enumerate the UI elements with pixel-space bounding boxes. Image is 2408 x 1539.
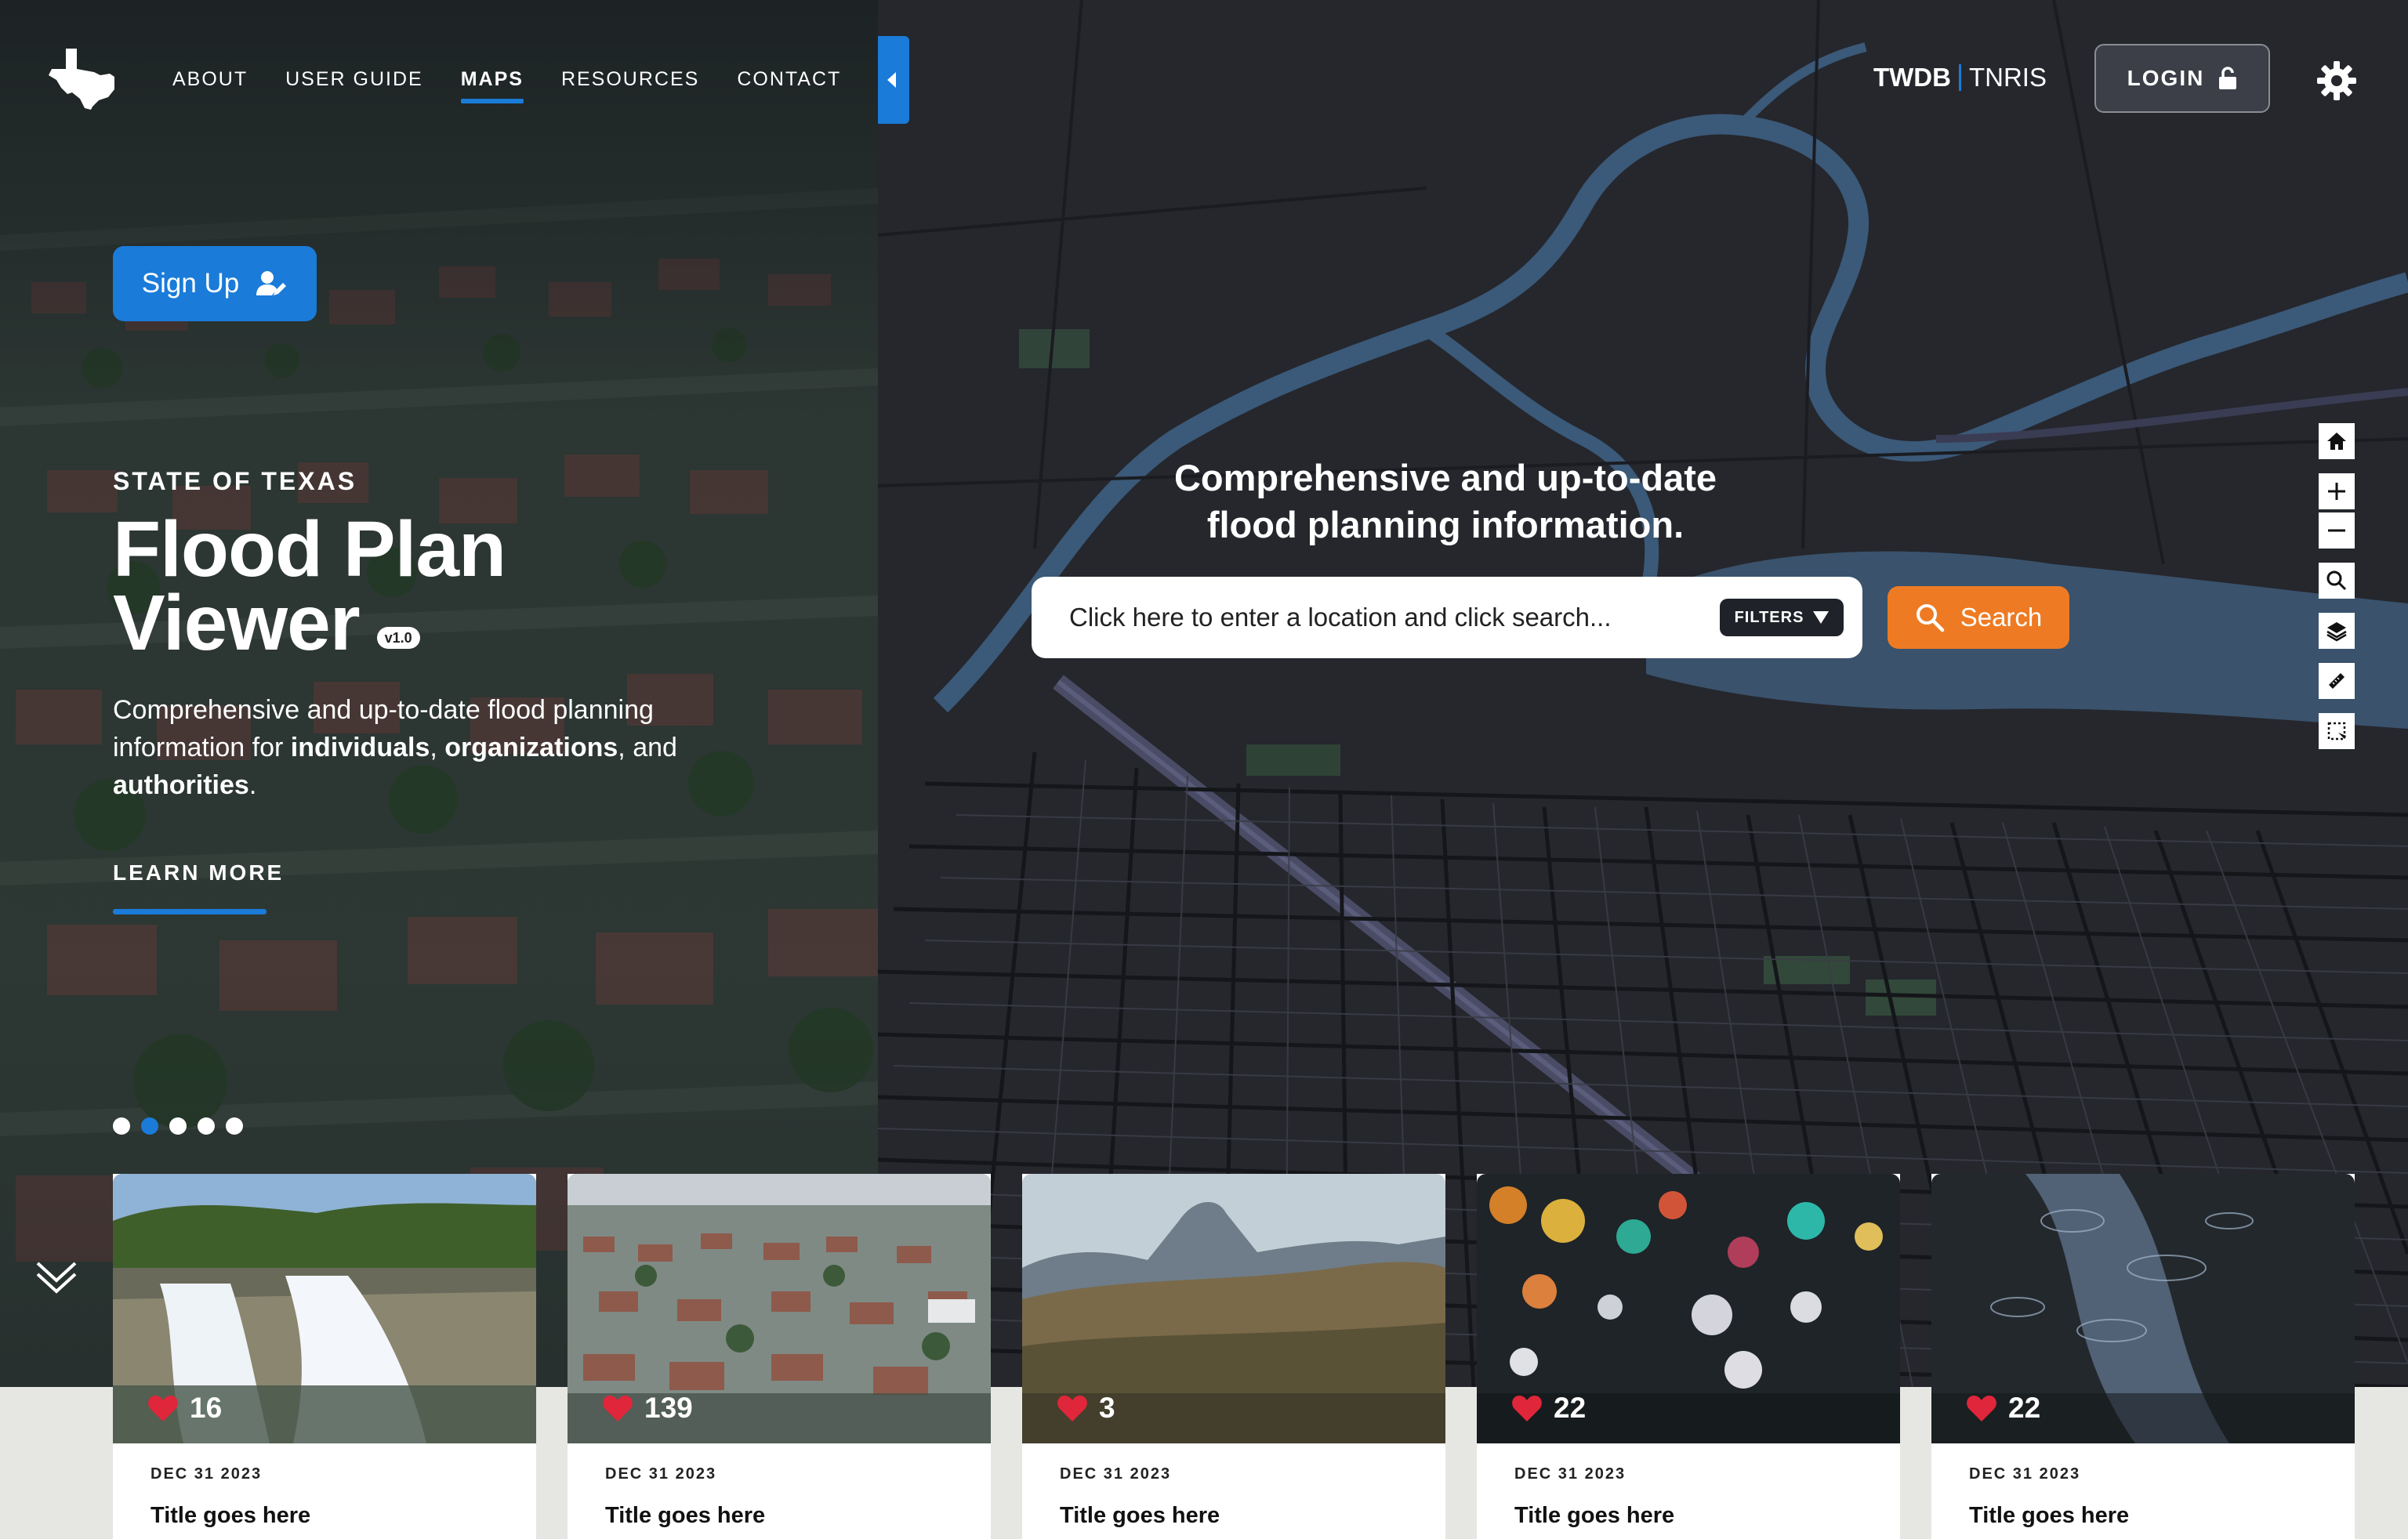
heart-icon [603, 1396, 633, 1421]
likes-count[interactable]: 139 [602, 1392, 693, 1425]
search-button-label: Search [1960, 603, 2043, 632]
desc-bold-individuals: individuals [290, 733, 430, 762]
likes-number: 3 [1099, 1392, 1115, 1424]
likes-count[interactable]: 3 [1057, 1392, 1115, 1425]
story-card[interactable]: 22 DEC 31 2023 Title goes here [1931, 1174, 2355, 1539]
card-title[interactable]: Title goes here [1969, 1503, 2129, 1529]
carousel-dot[interactable] [226, 1117, 243, 1135]
title-line-2: Viewer [113, 579, 361, 667]
card-date: DEC 31 2023 [150, 1465, 263, 1483]
select-area-icon [2327, 722, 2346, 741]
learn-more-underline [113, 909, 267, 914]
scroll-down-chevron-icon[interactable] [34, 1254, 78, 1298]
heart-icon [1967, 1396, 1996, 1421]
card-date: DEC 31 2023 [605, 1465, 717, 1483]
user-edit-icon [256, 271, 287, 295]
card-title[interactable]: Title goes here [605, 1503, 765, 1529]
page-title: Flood Plan Viewer v1.0 [113, 505, 506, 667]
brand-secondary: TNRIS [1968, 63, 2047, 92]
card-title[interactable]: Title goes here [1060, 1503, 1220, 1529]
heart-icon [1057, 1396, 1087, 1421]
brand-logo[interactable]: TWDB TNRIS [1873, 63, 2047, 92]
location-search-input[interactable]: Click here to enter a location and click… [1032, 577, 1862, 658]
brand-separator [1958, 64, 1961, 91]
story-card[interactable]: 16 DEC 31 2023 Title goes here [113, 1174, 536, 1539]
sign-up-label: Sign Up [141, 268, 240, 299]
ruler-icon [2329, 673, 2345, 689]
main-nav: ABOUT USER GUIDE MAPS RESOURCES CONTACT [172, 66, 841, 103]
heart-icon [148, 1396, 178, 1421]
measure-button[interactable] [2319, 663, 2355, 699]
hero-description: Comprehensive and up-to-date flood plann… [113, 691, 740, 804]
carousel-dot[interactable] [113, 1117, 130, 1135]
layers-icon [2326, 622, 2347, 642]
zoom-in-button[interactable] [2319, 473, 2355, 509]
title-line-1: Flood Plan [113, 505, 506, 593]
desc-text: . [248, 770, 257, 800]
page: ABOUT USER GUIDE MAPS RESOURCES CONTACT … [0, 0, 2408, 1539]
select-area-button[interactable] [2319, 713, 2355, 749]
card-date: DEC 31 2023 [1514, 1465, 1626, 1483]
hero-eyebrow: STATE OF TEXAS [113, 467, 357, 495]
version-badge: v1.0 [376, 627, 420, 649]
nav-maps[interactable]: MAPS [460, 66, 524, 103]
login-button[interactable]: LOGIN [2094, 44, 2270, 113]
sign-up-button[interactable]: Sign Up [113, 246, 317, 321]
search-icon [2326, 570, 2347, 591]
nav-contact[interactable]: CONTACT [737, 66, 841, 103]
desc-bold-authorities: authorities [113, 770, 249, 800]
search-placeholder: Click here to enter a location and click… [1069, 603, 1612, 632]
search-icon [1916, 604, 1944, 632]
nav-about[interactable]: ABOUT [172, 66, 248, 103]
map-home-button[interactable] [2319, 423, 2355, 459]
nav-user-guide[interactable]: USER GUIDE [285, 66, 423, 103]
learn-more-link[interactable]: LEARN MORE [113, 860, 284, 885]
tagline-line-1: Comprehensive and up-to-date [1173, 457, 1717, 498]
map-search-button[interactable] [2319, 563, 2355, 599]
filters-button[interactable]: FILTERS [1720, 599, 1844, 636]
likes-count[interactable]: 22 [1511, 1392, 1586, 1425]
carousel-dot-active[interactable] [141, 1117, 158, 1135]
likes-number: 22 [2008, 1392, 2041, 1424]
carousel-dots [113, 1117, 243, 1135]
story-card[interactable]: 22 DEC 31 2023 Title goes here [1477, 1174, 1900, 1539]
tagline-line-2: flood planning information. [1206, 504, 1685, 545]
desc-bold-organizations: organizations [444, 733, 618, 762]
nav-resources[interactable]: RESOURCES [561, 66, 699, 103]
title-line-2-row: Viewer v1.0 [113, 579, 506, 667]
search-button[interactable]: Search [1888, 586, 2069, 649]
story-card[interactable]: 3 DEC 31 2023 Title goes here [1022, 1174, 1445, 1539]
zoom-out-icon [2328, 529, 2345, 532]
zoom-out-button[interactable] [2319, 512, 2355, 549]
card-date: DEC 31 2023 [1060, 1465, 1172, 1483]
card-title[interactable]: Title goes here [1514, 1503, 1674, 1529]
home-icon [2327, 433, 2346, 450]
zoom-in-icon [2328, 483, 2345, 500]
likes-count[interactable]: 22 [1966, 1392, 2040, 1425]
gear-icon[interactable] [2317, 61, 2356, 100]
carousel-dot[interactable] [198, 1117, 215, 1135]
unlock-icon [2219, 67, 2237, 89]
carousel-dot[interactable] [169, 1117, 187, 1135]
card-title[interactable]: Title goes here [150, 1503, 310, 1529]
likes-count[interactable]: 16 [147, 1392, 222, 1425]
desc-text: , and [618, 733, 677, 762]
likes-number: 16 [190, 1392, 223, 1424]
login-label: LOGIN [2127, 66, 2205, 90]
card-date: DEC 31 2023 [1969, 1465, 2081, 1483]
heart-icon [1512, 1396, 1542, 1421]
collapse-panel-button[interactable] [878, 36, 909, 124]
layers-button[interactable] [2319, 613, 2355, 649]
story-card[interactable]: 139 DEC 31 2023 Title goes here [568, 1174, 991, 1539]
texas-logo-icon[interactable] [49, 49, 114, 110]
likes-number: 139 [644, 1392, 693, 1424]
brand-primary: TWDB [1873, 63, 1951, 92]
filters-label: FILTERS [1734, 608, 1804, 626]
map-tagline: Comprehensive and up-to-date flood plann… [1097, 454, 1793, 549]
likes-number: 22 [1554, 1392, 1587, 1424]
desc-text: , [430, 733, 445, 762]
